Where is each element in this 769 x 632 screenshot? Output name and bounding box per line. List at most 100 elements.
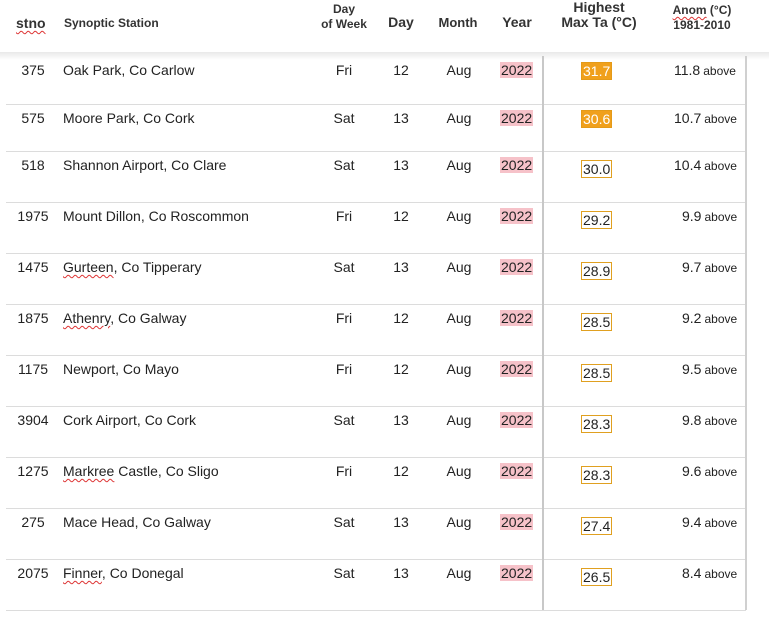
cell-station: Cork Airport, Co Cork [63, 412, 196, 428]
max-temp-box: 27.4 [581, 517, 613, 535]
header-day: Day [388, 14, 414, 30]
header-anom-unit: (°C) [706, 3, 732, 17]
max-temp-box: 28.5 [581, 313, 613, 331]
station-name-text: Newport, Co Mayo [63, 361, 179, 377]
cell-day: 13 [393, 412, 409, 428]
station-name-rest: Castle, Co Sligo [114, 463, 219, 479]
cell-max-temp: 31.7 [581, 62, 613, 80]
cell-day-of-week: Sat [333, 259, 355, 275]
cell-day-of-week: Fri [335, 361, 353, 377]
cell-month: Aug [446, 110, 472, 126]
cell-anomaly: 11.8 above [674, 62, 736, 78]
anomaly-value: 9.4 [682, 514, 702, 530]
max-temp-box: 28.3 [581, 466, 613, 484]
cell-day-of-week: Fri [335, 310, 353, 326]
cell-anomaly: 10.7 above [674, 110, 737, 126]
header-dow-line2: of Week [321, 17, 367, 31]
cell-anomaly: 9.6 above [682, 463, 737, 479]
cell-day: 12 [393, 208, 409, 224]
cell-day-of-week: Fri [335, 463, 353, 479]
year-highlight: 2022 [500, 62, 534, 78]
cell-stno: 575 [21, 110, 45, 126]
cell-anomaly: 8.4 above [682, 565, 737, 581]
cell-day: 12 [393, 361, 409, 377]
cell-day-of-week: Sat [333, 157, 355, 173]
cell-max-temp: 26.5 [581, 568, 613, 586]
station-name-text: Moore Park, Co Cork [63, 110, 195, 126]
cell-year: 2022 [500, 412, 534, 428]
anomaly-above-label: above [704, 516, 738, 530]
header-max-line2: Max Ta (°C) [561, 14, 637, 30]
max-temp-box: 30.6 [581, 110, 613, 128]
cell-anomaly: 9.9 above [682, 208, 737, 224]
cell-day: 13 [393, 565, 409, 581]
cell-stno: 375 [21, 62, 45, 78]
cell-station: Gurteen, Co Tipperary [63, 259, 202, 275]
cell-anomaly: 9.7 above [682, 259, 737, 275]
anomaly-value: 9.6 [682, 463, 702, 479]
station-name-word: Gurteen [63, 259, 114, 275]
anomaly-above-label: above [704, 312, 738, 326]
cell-month: Aug [446, 514, 472, 530]
table-row: 375 Oak Park, Co Carlow Fri 12 Aug 2022 31.7 11… [6, 56, 746, 105]
cell-station: Athenry, Co Galway [63, 310, 186, 326]
anomaly-value: 11.8 [674, 62, 701, 78]
anomaly-value: 9.9 [682, 208, 702, 224]
header-max-line1: Highest [573, 0, 625, 15]
cell-station: Mount Dillon, Co Roscommon [63, 208, 249, 224]
max-temp-box: 30.0 [581, 160, 613, 178]
table-row: 3904 Cork Airport, Co Cork Sat 13 Aug 2022 28.… [6, 406, 746, 458]
anomaly-value: 9.7 [682, 259, 702, 275]
table-row: 1475 Gurteen, Co Tipperary Sat 13 Aug 2022 28.… [6, 253, 746, 305]
cell-month: Aug [446, 565, 472, 581]
station-name-rest: , Co Galway [110, 310, 187, 326]
cell-day-of-week: Sat [333, 110, 355, 126]
cell-anomaly: 9.2 above [682, 310, 737, 326]
cell-year: 2022 [500, 310, 534, 326]
cell-anomaly: 9.5 above [682, 361, 737, 377]
anomaly-above-label: above [704, 210, 738, 224]
cell-stno: 518 [21, 157, 45, 173]
table-row: 1275 Markree Castle, Co Sligo Fri 12 Aug 2022… [6, 457, 746, 509]
cell-day: 13 [393, 110, 409, 126]
cell-station: Markree Castle, Co Sligo [63, 463, 219, 479]
header-highest-max: Highest Max Ta (°C) [555, 0, 643, 30]
table-row: 2075 Finner, Co Donegal Sat 13 Aug 2022 26.5 8.… [6, 559, 746, 611]
year-highlight: 2022 [500, 208, 534, 224]
max-temp-box: 29.2 [581, 211, 613, 229]
cell-day: 12 [393, 310, 409, 326]
anomaly-above-label: above [704, 112, 737, 126]
header-anomaly: Anom (°C) 1981-2010 [660, 3, 744, 33]
cell-day: 13 [393, 514, 409, 530]
cell-stno: 1275 [17, 463, 49, 479]
station-name-text: Cork Airport, Co Cork [63, 412, 197, 428]
cell-station: Mace Head, Co Galway [63, 514, 211, 530]
anomaly-above-label: above [704, 363, 738, 377]
cell-anomaly: 9.8 above [682, 412, 737, 428]
cell-day: 13 [393, 259, 409, 275]
cell-stno: 1875 [17, 310, 49, 326]
cell-year: 2022 [500, 361, 534, 377]
cell-stno: 275 [21, 514, 45, 530]
cell-year: 2022 [500, 514, 534, 530]
anomaly-above-label: above [704, 465, 738, 479]
cell-year: 2022 [500, 565, 534, 581]
station-name-text: Mount Dillon, Co Roscommon [63, 208, 249, 224]
table-row: 518 Shannon Airport, Co Clare Sat 13 Aug 2022… [6, 151, 746, 203]
header-dow-line1: Day [332, 2, 355, 16]
table-row: 1175 Newport, Co Mayo Fri 12 Aug 2022 28.5 9.5 a… [6, 355, 746, 407]
year-highlight: 2022 [500, 565, 534, 581]
table-header: stno Synoptic Station Day of Week Day Mo… [0, 0, 769, 56]
station-name-rest: , Co Tipperary [113, 259, 202, 275]
cell-month: Aug [446, 259, 472, 275]
cell-year: 2022 [500, 110, 534, 126]
column-divider [542, 56, 544, 610]
station-name-word: Finner [63, 565, 102, 581]
max-temp-box: 26.5 [581, 568, 613, 586]
year-highlight: 2022 [500, 310, 534, 326]
year-highlight: 2022 [500, 463, 534, 479]
station-name-word: Markree [63, 463, 115, 479]
cell-year: 2022 [500, 157, 534, 173]
cell-day-of-week: Fri [335, 208, 353, 224]
cell-station: Shannon Airport, Co Clare [63, 157, 226, 173]
